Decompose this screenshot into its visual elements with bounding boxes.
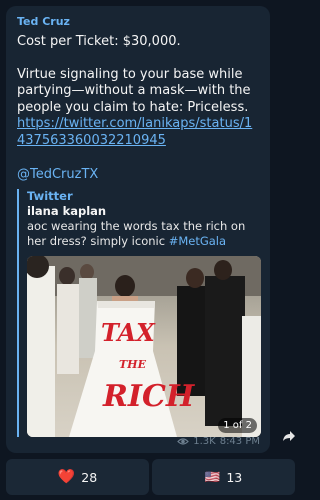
mention-link[interactable]: @TedCruzTX	[17, 167, 260, 183]
message-meta: 1.3K 8:43 PM	[177, 436, 260, 447]
met-gala-photo-image: TAX THE RICH	[27, 256, 261, 437]
sender-name[interactable]: Ted Cruz	[17, 14, 260, 29]
reaction-heart[interactable]: ❤️ 28	[6, 459, 149, 495]
message-line-virtue: Virtue signaling to your base while part…	[17, 66, 251, 115]
heart-icon: ❤️	[57, 469, 76, 485]
us-flag-icon: 🇺🇸	[204, 469, 221, 484]
views-count: 1.3K	[193, 436, 216, 447]
link-preview[interactable]: Twitter ilana kaplan aoc wearing the wor…	[17, 189, 261, 437]
eye-icon	[177, 438, 190, 445]
hashtag-link[interactable]: #MetGala	[169, 234, 226, 248]
preview-description: aoc wearing the words tax the rich on he…	[27, 219, 260, 249]
share-button[interactable]	[279, 426, 299, 446]
reactions-bar: ❤️ 28 🇺🇸 13	[6, 459, 295, 495]
message-text: Cost per Ticket: $30,000. Virtue signali…	[17, 34, 260, 149]
reaction-heart-count: 28	[81, 469, 98, 485]
photo-counter-badge: 1 of 2	[218, 418, 257, 433]
message-line-ticket: Cost per Ticket: $30,000.	[17, 34, 181, 49]
message-time: 8:43 PM	[219, 436, 260, 447]
tweet-link[interactable]: https://twitter.com/lanikaps/status/1437…	[17, 116, 252, 148]
reaction-flag-count: 13	[226, 469, 243, 485]
reaction-us-flag[interactable]: 🇺🇸 13	[152, 459, 295, 495]
preview-photo[interactable]: TAX THE RICH 1 of 2	[27, 256, 261, 437]
share-arrow-icon	[283, 431, 295, 441]
svg-text:RICH: RICH	[102, 379, 196, 414]
preview-author: ilana kaplan	[27, 204, 107, 218]
svg-text:TAX: TAX	[101, 318, 156, 347]
svg-text:THE: THE	[119, 358, 147, 371]
preview-site-name: Twitter	[27, 189, 73, 203]
message-bubble: Ted Cruz Cost per Ticket: $30,000. Virtu…	[6, 6, 270, 453]
